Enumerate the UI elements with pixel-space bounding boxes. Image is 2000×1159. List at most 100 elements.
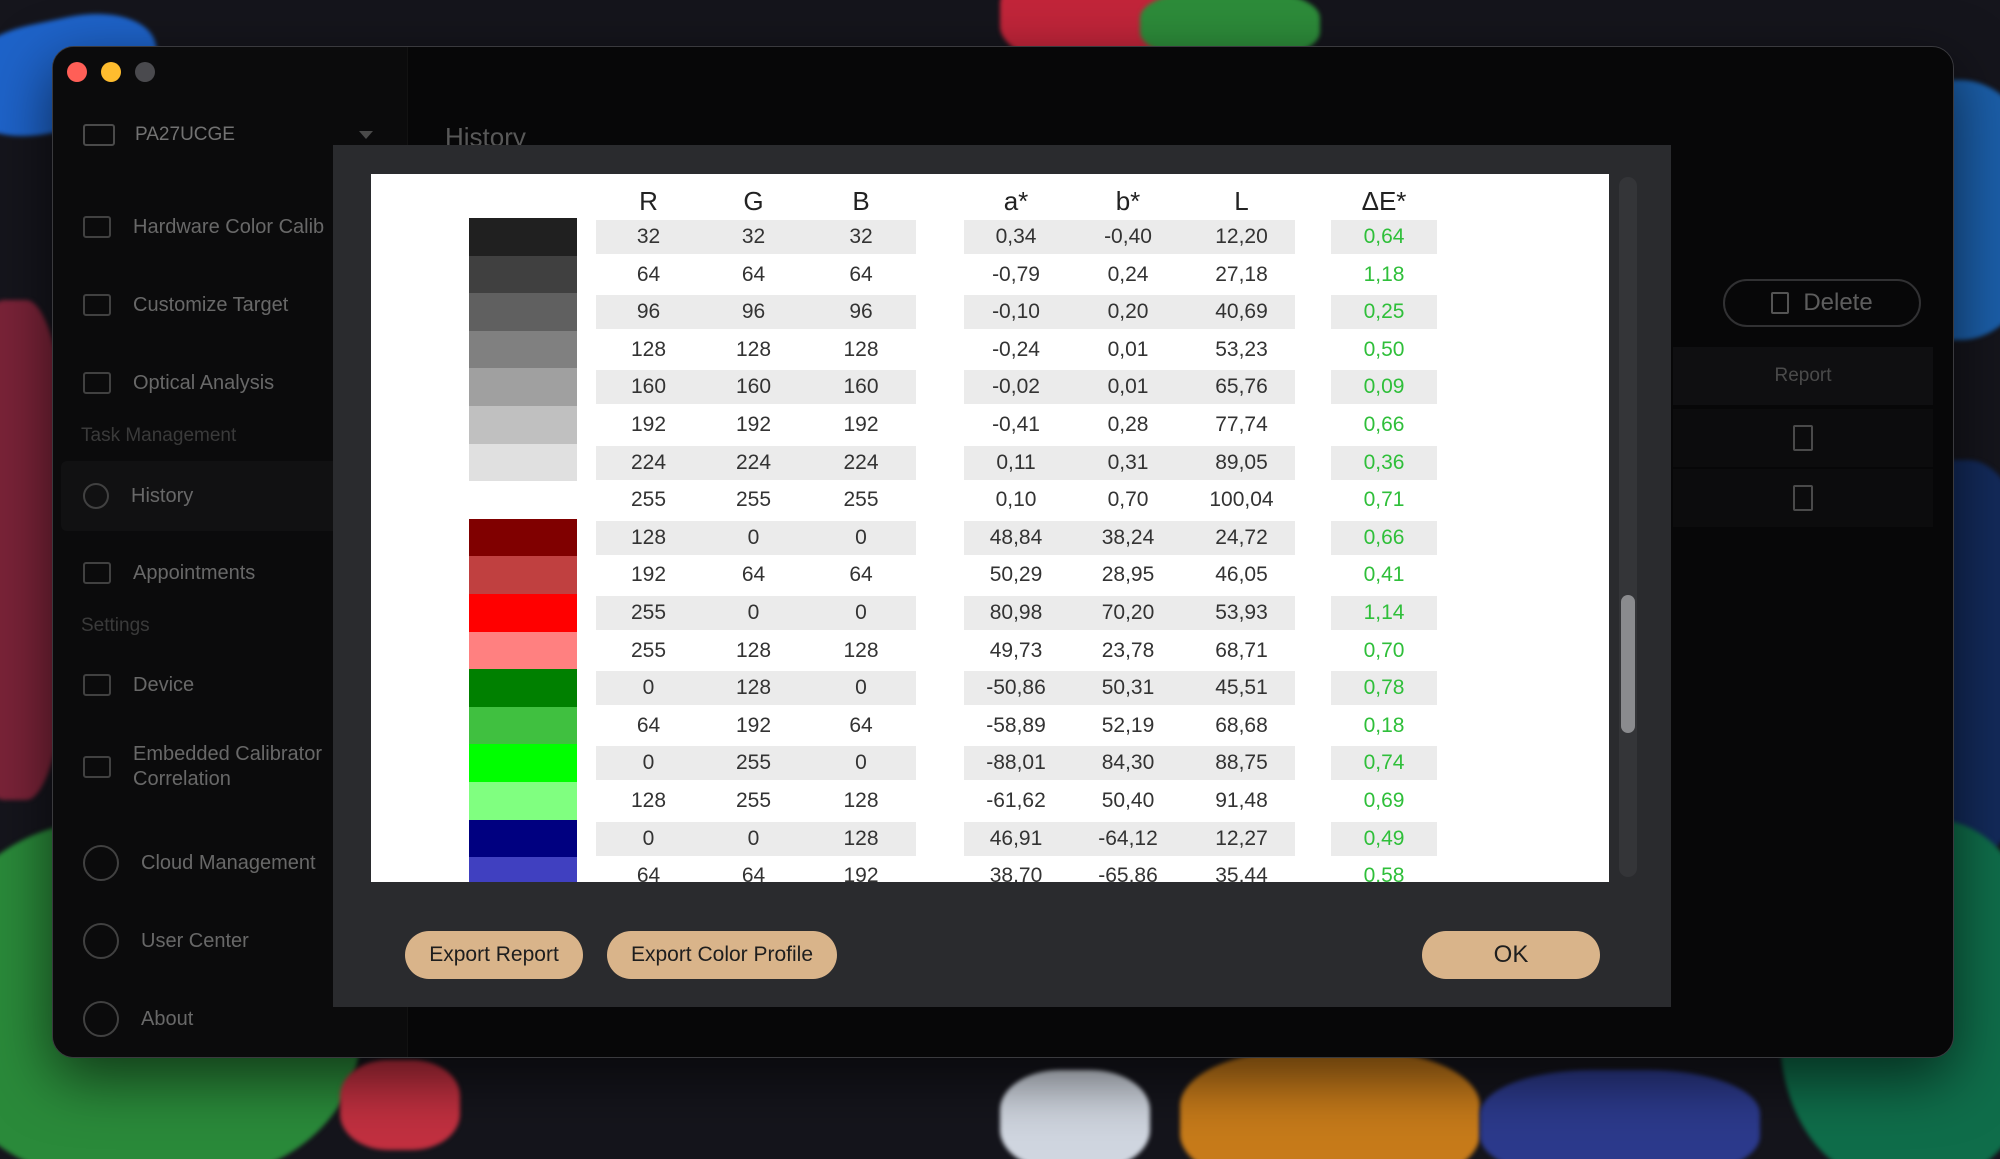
column-header-g: G — [743, 186, 764, 216]
export-color-profile-button[interactable]: Export Color Profile — [607, 931, 837, 979]
cell-b-star: 50,40 — [1101, 789, 1155, 812]
color-swatch — [469, 706, 577, 745]
cell-l: 12,27 — [1215, 826, 1268, 850]
cell-g: 255 — [735, 751, 772, 775]
cell-b: 128 — [843, 337, 879, 361]
table-row: 255 128 128 49,73 23,78 68,71 0,70 — [371, 631, 1609, 670]
cell-g: 192 — [735, 413, 772, 436]
table-row: 255 0 0 80,98 70,20 53,93 1,14 — [371, 594, 1609, 632]
column-header-b-star: b* — [1115, 186, 1141, 216]
cell-r: 255 — [630, 488, 667, 512]
cell-delta-e: 0,69 — [1363, 789, 1405, 812]
cell-b-star: 0,28 — [1107, 413, 1149, 436]
cell-delta-e: 0,36 — [1363, 450, 1405, 474]
color-swatch — [469, 368, 577, 406]
cell-a-star: 0,11 — [996, 450, 1036, 474]
cell-b-star: 0,31 — [1107, 450, 1149, 474]
cell-b: 32 — [849, 225, 873, 248]
cell-delta-e: 0,49 — [1363, 826, 1405, 850]
cell-r: 64 — [636, 262, 661, 286]
cell-a-star: -0,10 — [992, 300, 1040, 324]
cell-l: 40,69 — [1215, 300, 1268, 324]
cell-a-star: -0,41 — [992, 413, 1040, 436]
table-row: 0 128 0 -50,86 50,31 45,51 0,78 — [371, 669, 1609, 707]
cell-a-star: -0,24 — [992, 337, 1040, 361]
cell-r: 96 — [636, 300, 661, 324]
cell-l: 100,04 — [1209, 488, 1274, 512]
cell-b-star: 84,30 — [1101, 751, 1155, 775]
cell-r: 192 — [630, 563, 667, 587]
export-report-button[interactable]: Export Report — [405, 931, 583, 979]
color-swatch — [469, 857, 577, 882]
scrollbar[interactable] — [1619, 177, 1637, 877]
cell-l: 68,68 — [1215, 713, 1268, 737]
zoom-window-button[interactable] — [135, 62, 155, 82]
cell-b-star: -65,86 — [1098, 864, 1158, 882]
cell-a-star: 0,10 — [995, 488, 1037, 512]
table-row: 128 128 128 -0,24 0,01 53,23 0,50 — [371, 330, 1609, 369]
cell-delta-e: 0,09 — [1363, 375, 1405, 399]
cell-b: 0 — [855, 601, 867, 624]
table-row: 64 192 64 -58,89 52,19 68,68 0,18 — [371, 706, 1609, 745]
cell-delta-e: 0,50 — [1363, 337, 1405, 361]
cell-b: 160 — [843, 375, 879, 399]
cell-a-star: -58,89 — [986, 713, 1046, 737]
cell-r: 160 — [630, 375, 667, 399]
cell-delta-e: 0,66 — [1363, 525, 1405, 549]
cell-r: 64 — [636, 864, 661, 882]
cell-g: 160 — [735, 375, 772, 399]
cell-delta-e: 1,18 — [1363, 262, 1405, 286]
color-swatch — [469, 293, 577, 331]
color-swatch — [469, 631, 577, 670]
calibration-report-dialog: R G B a* b* L ΔE* 32 32 32 0,34 -0,40 12,20 0,… — [333, 145, 1671, 1007]
cell-delta-e: 0,66 — [1363, 413, 1405, 436]
table-row: 160 160 160 -0,02 0,01 65,76 0,09 — [371, 368, 1609, 406]
table-row: 128 255 128 -61,62 50,40 91,48 0,69 — [371, 782, 1609, 820]
cell-b: 192 — [843, 864, 879, 882]
cell-r: 64 — [636, 713, 661, 737]
table-row: 192 64 64 50,29 28,95 46,05 0,41 — [371, 556, 1609, 594]
minimize-window-button[interactable] — [101, 62, 121, 82]
cell-l: 77,74 — [1215, 413, 1268, 436]
scrollbar-thumb[interactable] — [1621, 595, 1635, 733]
cell-b: 192 — [843, 413, 879, 436]
cell-r: 0 — [642, 676, 655, 700]
cell-r: 32 — [636, 225, 661, 248]
ok-button[interactable]: OK — [1422, 931, 1600, 979]
window-controls — [67, 62, 155, 82]
cell-b: 0 — [855, 676, 867, 700]
table-row: 96 96 96 -0,10 0,20 40,69 0,25 — [371, 293, 1609, 331]
cell-delta-e: 0,71 — [1363, 488, 1405, 512]
cell-l: 68,71 — [1215, 638, 1268, 662]
table-row: 224 224 224 0,11 0,31 89,05 0,36 — [371, 443, 1609, 482]
cell-b-star: 0,20 — [1107, 300, 1149, 324]
cell-l: 24,72 — [1215, 525, 1268, 549]
cell-r: 255 — [630, 601, 667, 624]
cell-b-star: 0,01 — [1107, 375, 1149, 399]
cell-delta-e: 0,18 — [1363, 713, 1405, 737]
color-swatch — [469, 669, 577, 707]
cell-g: 96 — [741, 300, 766, 324]
color-swatch — [469, 255, 577, 294]
cell-r: 192 — [630, 413, 667, 436]
cell-delta-e: 0,64 — [1363, 225, 1405, 248]
cell-g: 255 — [735, 789, 772, 812]
color-swatch — [469, 782, 577, 820]
report-table[interactable]: R G B a* b* L ΔE* 32 32 32 0,34 -0,40 12,20 0,… — [371, 174, 1609, 882]
cell-r: 128 — [630, 789, 667, 812]
cell-g: 0 — [747, 601, 760, 624]
cell-b: 224 — [843, 450, 879, 474]
cell-a-star: 0,34 — [995, 225, 1037, 248]
cell-r: 224 — [630, 450, 667, 474]
cell-b-star: 0,01 — [1107, 337, 1149, 361]
column-header-l: L — [1234, 186, 1249, 216]
table-row: 255 255 255 0,10 0,70 100,04 0,71 — [371, 481, 1609, 519]
close-window-button[interactable] — [67, 62, 87, 82]
color-swatch — [469, 819, 577, 858]
cell-b-star: 52,19 — [1101, 713, 1155, 737]
column-header-a: a* — [1003, 186, 1029, 216]
cell-b: 64 — [849, 262, 873, 286]
color-swatch — [469, 556, 577, 594]
cell-g: 64 — [741, 262, 766, 286]
cell-a-star: 80,98 — [989, 601, 1043, 624]
